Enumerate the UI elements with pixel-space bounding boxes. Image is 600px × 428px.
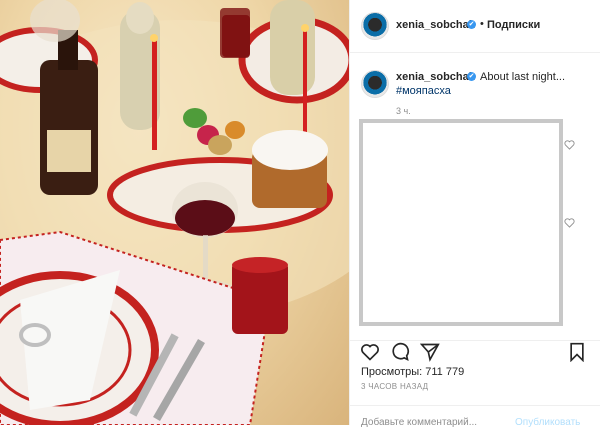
- comment-icon[interactable]: [390, 342, 410, 362]
- caption-verified-badge-icon: ✔: [467, 72, 476, 81]
- post-timestamp: 3 ЧАСОВ НАЗАД: [361, 382, 429, 391]
- heart-icon[interactable]: [360, 342, 380, 362]
- small-heart-icon[interactable]: [564, 140, 575, 150]
- hashtag-link[interactable]: #мояпасха: [396, 85, 451, 97]
- following-button[interactable]: Подписки: [487, 19, 540, 31]
- publish-button[interactable]: Опубликовать: [515, 417, 580, 428]
- comment-form: Добавьте комментарий... Опубликовать: [350, 405, 600, 428]
- action-bar: [350, 340, 600, 363]
- views-count[interactable]: Просмотры: 711 779: [361, 366, 464, 378]
- verified-badge-icon: ✔: [467, 20, 476, 29]
- separator-dot: •: [480, 18, 484, 30]
- post-header: xenia_sobchak ✔ • Подписки: [350, 0, 600, 53]
- post-side-panel: xenia_sobchak ✔ • Подписки xenia_sobchak…: [349, 0, 600, 428]
- caption-timestamp: 3 ч.: [396, 106, 411, 116]
- share-icon[interactable]: [420, 342, 440, 362]
- comment-input[interactable]: Добавьте комментарий...: [361, 417, 477, 428]
- caption-text: About last night...: [480, 71, 565, 83]
- avatar[interactable]: [361, 12, 389, 40]
- caption-username-link[interactable]: xenia_sobchak: [396, 71, 475, 83]
- small-heart-icon[interactable]: [564, 218, 575, 228]
- bookmark-icon[interactable]: [567, 342, 587, 362]
- easter-table-scene: [0, 0, 349, 425]
- caption-avatar[interactable]: [361, 70, 389, 98]
- blank-comment-area: [359, 119, 563, 326]
- post-media[interactable]: [0, 0, 349, 425]
- username-link[interactable]: xenia_sobchak: [396, 19, 475, 31]
